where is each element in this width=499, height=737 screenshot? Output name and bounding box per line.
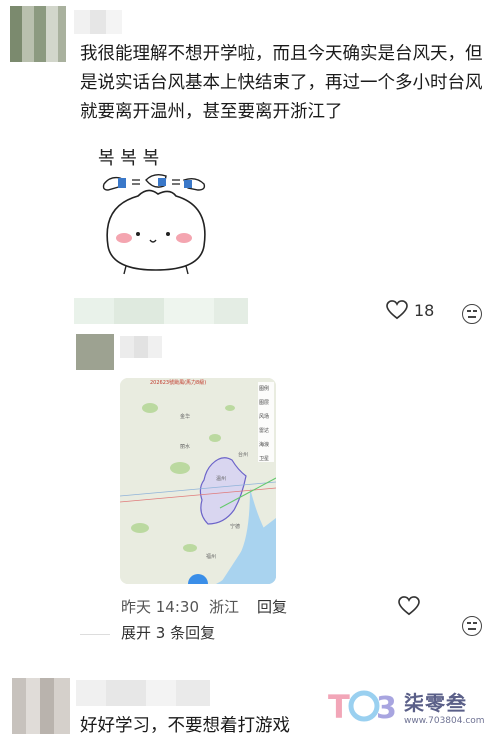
avatar[interactable] xyxy=(10,6,66,62)
sticker-image: 복 복 복 xyxy=(98,148,206,275)
svg-text:图例: 图例 xyxy=(259,385,269,392)
emoji-reaction-icon[interactable] xyxy=(462,304,482,324)
watermark-url: www.703804.com xyxy=(404,715,485,726)
reply-meta: 昨天 14:30 浙江 回复 xyxy=(121,596,287,617)
username-blurred[interactable] xyxy=(76,680,210,706)
like-button[interactable] xyxy=(398,596,420,620)
expand-replies-button[interactable]: 展开 3 条回复 xyxy=(121,622,215,643)
map-label: 金华 xyxy=(180,413,190,420)
emoji-reaction-icon[interactable] xyxy=(462,616,482,636)
avatar[interactable] xyxy=(12,678,70,734)
watermark-logo-icon: T 3 xyxy=(328,688,397,724)
map-image[interactable]: 金华 温州 福州 台州 宁德 丽水 202623號颱風(馬力8級) 图例 图层 … xyxy=(120,378,276,584)
map-label: 台州 xyxy=(238,451,248,458)
heart-icon xyxy=(398,596,420,616)
like-count: 18 xyxy=(414,300,435,320)
svg-text:3: 3 xyxy=(376,691,397,724)
username-blurred[interactable] xyxy=(74,10,122,34)
username-blurred[interactable] xyxy=(120,336,162,358)
watermark: T 3 柒零叁 www.703804.com xyxy=(328,684,488,728)
divider xyxy=(80,634,110,635)
comment-text: 我很能理解不想开学啦，而且今天确实是台风天，但是说实话台风基本上快结束了，再过一… xyxy=(80,44,483,122)
svg-text:图层: 图层 xyxy=(259,400,269,406)
heart-icon xyxy=(386,300,408,320)
comment-text: 好好学习，不要想着打游戏 xyxy=(80,716,290,736)
username-blurred[interactable] xyxy=(74,298,248,324)
sticker-text: 복 복 복 xyxy=(98,148,159,169)
map-label: 温州 xyxy=(216,475,226,482)
map-label: 丽水 xyxy=(180,443,190,450)
svg-text:风场: 风场 xyxy=(259,413,269,420)
timestamp: 昨天 14:30 xyxy=(121,598,199,616)
svg-text:海浪: 海浪 xyxy=(259,441,269,448)
map-label: 宁德 xyxy=(230,523,240,530)
svg-text:T: T xyxy=(328,688,350,724)
avatar[interactable] xyxy=(76,334,114,370)
watermark-brand: 柒零叁 xyxy=(404,690,467,715)
map-title: 202623號颱風(馬力8級) xyxy=(150,379,206,386)
like-button[interactable]: 18 xyxy=(386,300,434,320)
svg-text:雷达: 雷达 xyxy=(259,427,269,434)
map-label: 福州 xyxy=(206,553,216,560)
svg-text:卫星: 卫星 xyxy=(259,456,269,462)
location: 浙江 xyxy=(209,598,240,616)
reply-button[interactable]: 回复 xyxy=(257,596,287,617)
